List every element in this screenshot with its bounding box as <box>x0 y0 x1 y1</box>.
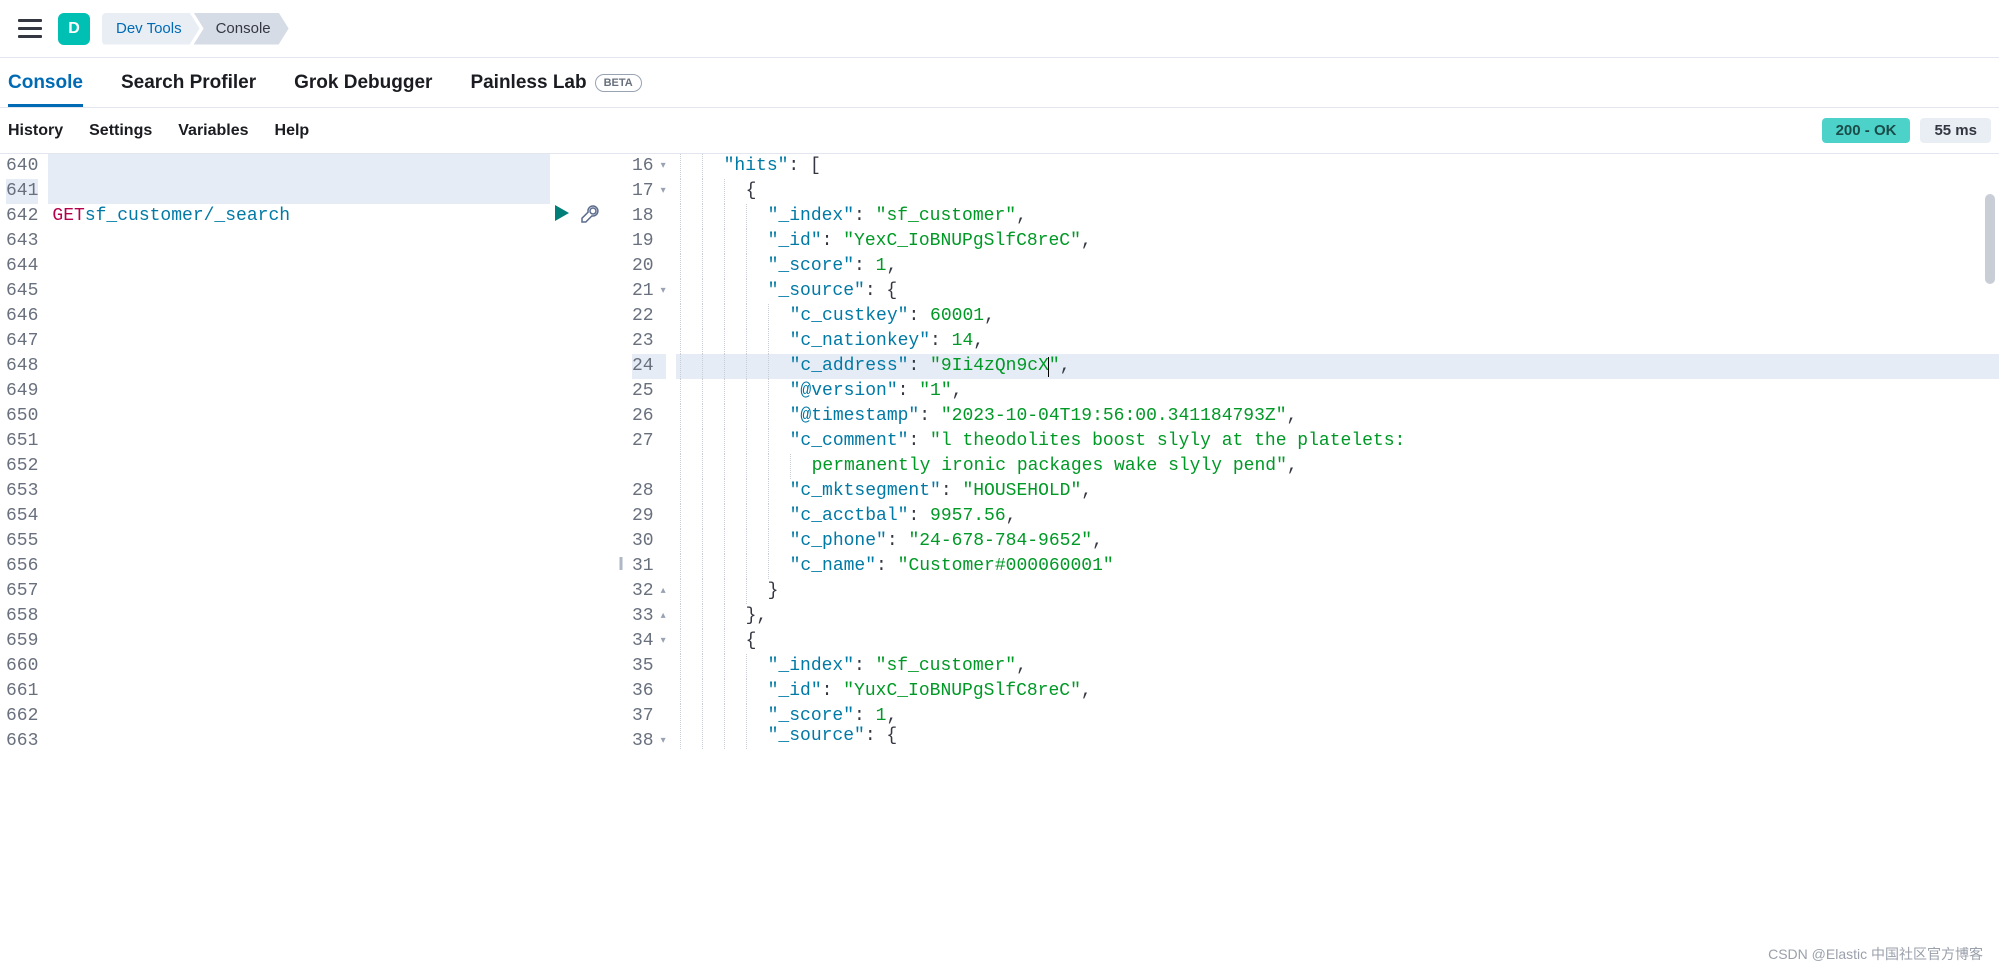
response-line[interactable]: { <box>676 179 1999 204</box>
play-icon[interactable] <box>554 204 570 224</box>
response-line[interactable]: "@timestamp": "2023-10-04T19:56:00.34118… <box>676 404 1999 429</box>
app-badge[interactable]: D <box>58 13 90 45</box>
response-line[interactable]: "@version": "1", <box>676 379 1999 404</box>
response-line[interactable]: "c_phone": "24-678-784-9652", <box>676 529 1999 554</box>
response-pane[interactable]: 16▾17▾18192021▾2223242526272829303132▴33… <box>626 154 1999 970</box>
subbar-settings[interactable]: Settings <box>89 122 152 140</box>
response-time-badge: 55 ms <box>1920 118 1991 143</box>
breadcrumb-console[interactable]: Console <box>194 13 289 45</box>
response-line[interactable]: permanently ironic packages wake slyly p… <box>676 454 1999 479</box>
tab-console[interactable]: Console <box>8 60 83 106</box>
hamburger-menu-icon[interactable] <box>14 13 46 45</box>
watermark: CSDN @Elastic 中国社区官方博客 <box>1768 944 1983 964</box>
response-gutter: 16▾17▾18192021▾2223242526272829303132▴33… <box>626 154 676 970</box>
response-line[interactable]: "c_nationkey": 14, <box>676 329 1999 354</box>
subbar-help[interactable]: Help <box>275 122 310 140</box>
response-line[interactable]: "hits": [ <box>676 154 1999 179</box>
top-header: D Dev Tools Console <box>0 0 1999 58</box>
response-scrollbar[interactable] <box>1985 154 1997 970</box>
console-subbar: History Settings Variables Help 200 - OK… <box>0 108 1999 154</box>
beta-badge: BETA <box>595 74 642 92</box>
response-line[interactable]: "c_address": "9Ii4zQn9cX", <box>676 354 1999 379</box>
response-line[interactable]: "c_name": "Customer#000060001" <box>676 554 1999 579</box>
tab-painless-lab-label: Painless Lab <box>470 72 586 94</box>
console-workspace: 6406416426436446456466476486496506516526… <box>0 154 1999 970</box>
wrench-icon[interactable] <box>580 204 600 224</box>
response-line[interactable]: "c_custkey": 60001, <box>676 304 1999 329</box>
response-line[interactable]: }, <box>676 604 1999 629</box>
pane-splitter[interactable]: || <box>614 154 626 970</box>
response-viewer[interactable]: "hits": [{"_index": "sf_customer","_id":… <box>676 154 1999 970</box>
tab-search-profiler[interactable]: Search Profiler <box>121 60 256 106</box>
breadcrumb: Dev Tools Console <box>102 13 283 45</box>
response-line[interactable]: "_index": "sf_customer", <box>676 654 1999 679</box>
request-actions <box>554 204 600 224</box>
scrollbar-thumb[interactable] <box>1985 194 1995 284</box>
response-line[interactable]: "_source": { <box>676 729 1999 743</box>
response-line[interactable]: "c_comment": "l theodolites boost slyly … <box>676 429 1999 454</box>
response-line[interactable]: { <box>676 629 1999 654</box>
response-line[interactable]: "_id": "YuxC_IoBNUPgSlfC8reC", <box>676 679 1999 704</box>
splitter-handle-icon: || <box>618 554 621 570</box>
tabs-bar: Console Search Profiler Grok Debugger Pa… <box>0 58 1999 108</box>
response-line[interactable]: } <box>676 579 1999 604</box>
request-line[interactable]: GET sf_customer/_search <box>48 204 614 229</box>
tab-grok-debugger[interactable]: Grok Debugger <box>294 60 432 106</box>
tab-painless-lab[interactable]: Painless Lab BETA <box>470 60 641 106</box>
response-line[interactable]: "_index": "sf_customer", <box>676 204 1999 229</box>
response-line[interactable]: "_score": 1, <box>676 254 1999 279</box>
breadcrumb-devtools[interactable]: Dev Tools <box>102 13 200 45</box>
subbar-history[interactable]: History <box>8 122 63 140</box>
request-gutter: 6406416426436446456466476486496506516526… <box>0 154 48 970</box>
response-line[interactable]: "c_mktsegment": "HOUSEHOLD", <box>676 479 1999 504</box>
response-line[interactable]: "_id": "YexC_IoBNUPgSlfC8reC", <box>676 229 1999 254</box>
request-pane[interactable]: 6406416426436446456466476486496506516526… <box>0 154 614 970</box>
request-editor[interactable]: GET sf_customer/_search <box>48 154 614 970</box>
response-line[interactable]: "c_acctbal": 9957.56, <box>676 504 1999 529</box>
status-badge: 200 - OK <box>1822 118 1911 143</box>
subbar-variables[interactable]: Variables <box>178 122 248 140</box>
response-line[interactable]: "_source": { <box>676 279 1999 304</box>
